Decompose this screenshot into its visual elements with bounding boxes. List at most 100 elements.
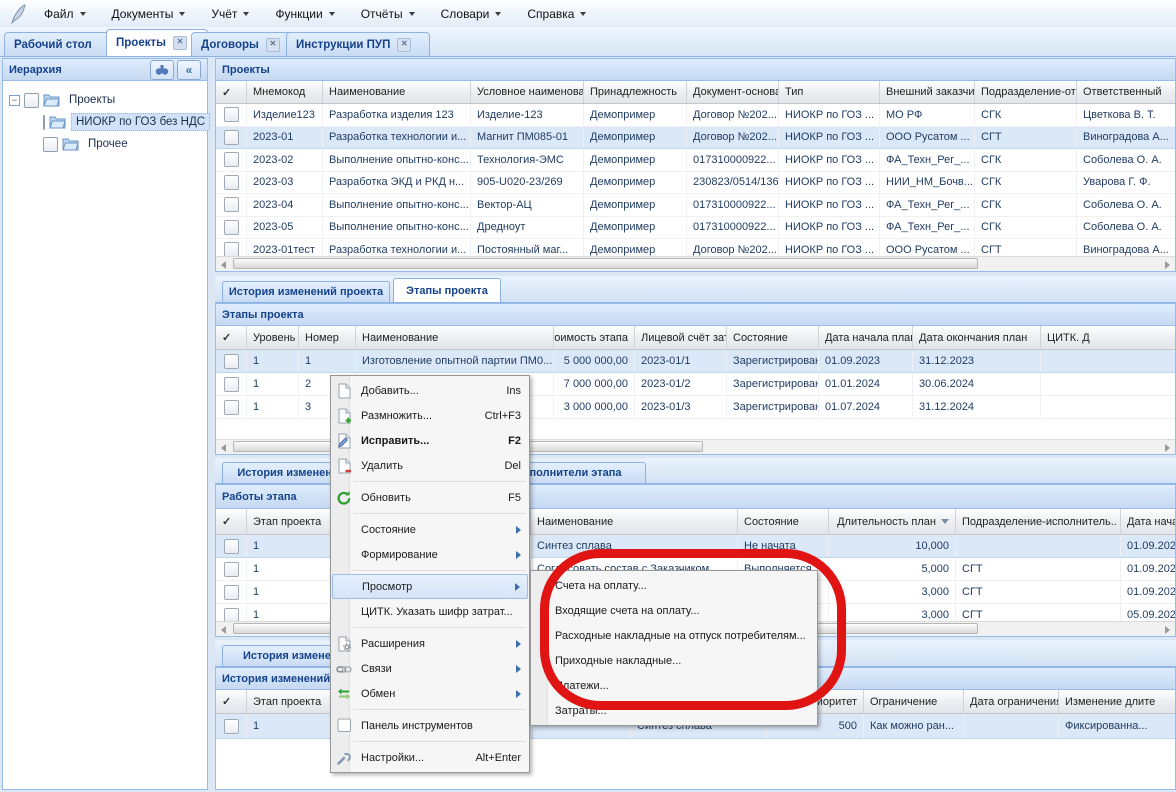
column-header[interactable] — [216, 509, 247, 534]
menu-item[interactable]: УдалитьDel — [331, 453, 529, 478]
menu-item[interactable]: Состояние — [331, 517, 529, 542]
row-checkbox[interactable] — [224, 539, 239, 554]
column-header[interactable]: Подразделение-от — [975, 81, 1077, 103]
row-checkbox[interactable] — [224, 719, 239, 734]
menu-item[interactable]: Расходные накладные на отпуск потребител… — [531, 623, 817, 648]
column-header[interactable]: Номер — [299, 326, 356, 349]
column-header[interactable]: Дата окончания план — [913, 326, 1041, 349]
menu-item[interactable]: Входящие счета на оплату... — [531, 598, 817, 623]
menu-item[interactable]: Счета на оплату... — [531, 573, 817, 598]
menu-item[interactable]: Добавить...Ins — [331, 378, 529, 403]
tree-checkbox[interactable] — [43, 137, 58, 152]
column-header[interactable] — [216, 690, 247, 713]
menubar-item-0[interactable]: Файл — [31, 0, 99, 27]
scroll-left-icon[interactable] — [216, 623, 231, 635]
column-header[interactable]: Состояние — [727, 326, 819, 349]
column-header[interactable]: Стоимость этапа — [554, 326, 635, 349]
column-header[interactable]: Дата начала план — [819, 326, 913, 349]
table-row[interactable]: 2023-04Выполнение опытно-конс...Вектор-А… — [216, 194, 1175, 217]
row-checkbox[interactable] — [224, 152, 239, 167]
column-header[interactable]: Тип — [779, 81, 880, 103]
row-checkbox[interactable] — [224, 377, 239, 392]
tree-checkbox[interactable] — [43, 115, 45, 130]
column-header[interactable]: Наименование — [356, 326, 554, 349]
menu-item[interactable]: Исправить...F2 — [331, 428, 529, 453]
scroll-right-icon[interactable] — [1160, 441, 1175, 453]
column-header[interactable]: ЦИТК. Д — [1041, 326, 1176, 349]
scrollbar-thumb[interactable] — [233, 258, 978, 269]
table-row[interactable]: 2023-01Разработка технологии и...Магнит … — [216, 127, 1175, 150]
menu-item[interactable]: Расширения — [331, 631, 529, 656]
column-header[interactable]: Наименование — [323, 81, 471, 103]
menu-item[interactable]: Обмен — [331, 681, 529, 706]
scroll-left-icon[interactable] — [216, 441, 231, 453]
column-header[interactable]: Документ-основан — [687, 81, 779, 103]
column-header[interactable]: Принадлежность — [584, 81, 687, 103]
menu-item[interactable]: Настройки...Alt+Enter — [331, 745, 529, 770]
menu-item[interactable]: Приходные накладные... — [531, 648, 817, 673]
row-checkbox[interactable] — [224, 562, 239, 577]
search-button[interactable] — [150, 60, 174, 80]
row-checkbox[interactable] — [224, 107, 239, 122]
tab-project-history[interactable]: История изменений проекта — [222, 281, 390, 302]
scroll-right-icon[interactable] — [1160, 258, 1175, 270]
menubar-item-4[interactable]: Отчёты — [348, 0, 428, 27]
tree-node-other[interactable]: Прочее — [9, 133, 207, 155]
column-header[interactable]: Ответственный — [1077, 81, 1176, 103]
column-header[interactable]: Внешний заказчик — [880, 81, 975, 103]
tree-node-niokr[interactable]: НИОКР по ГОЗ без НДС — [9, 111, 207, 133]
tab-instructions[interactable]: Инструкции ПУП — [286, 32, 430, 56]
table-row[interactable]: 2023-03Разработка ЭКД и РКД н...905-U020… — [216, 172, 1175, 195]
collapse-panel-button[interactable]: « — [177, 60, 201, 80]
menu-item[interactable]: Панель инструментов — [331, 713, 529, 738]
row-checkbox[interactable] — [224, 400, 239, 415]
row-checkbox[interactable] — [224, 197, 239, 212]
column-header[interactable]: Мнемокод — [247, 81, 323, 103]
row-checkbox[interactable] — [224, 175, 239, 190]
column-header[interactable]: Этап проекта — [247, 690, 331, 713]
menu-item[interactable]: Платежи... — [531, 673, 817, 698]
menu-item[interactable]: Затраты... — [531, 698, 817, 723]
column-header[interactable]: Наименование — [531, 509, 738, 534]
column-header[interactable]: Лицевой счёт затрат. — [635, 326, 727, 349]
close-tab-icon[interactable] — [266, 38, 280, 52]
menu-item[interactable]: ЦИТК. Указать шифр затрат... — [331, 599, 529, 624]
table-row[interactable]: 2023-05Выполнение опытно-конс...Дредноут… — [216, 217, 1175, 240]
horizontal-scrollbar[interactable] — [216, 256, 1175, 271]
row-checkbox[interactable] — [224, 354, 239, 369]
column-header[interactable]: Дата ограничения — [964, 690, 1059, 713]
scroll-right-icon[interactable] — [1160, 623, 1175, 635]
menubar-item-2[interactable]: Учёт — [198, 0, 262, 27]
menu-item[interactable]: Размножить...Ctrl+F3 — [331, 403, 529, 428]
menu-item[interactable]: Связи — [331, 656, 529, 681]
table-row[interactable]: 11Изготовление опытной партии ПМ0...5 00… — [216, 350, 1175, 373]
tree-node-projects[interactable]: Проекты — [9, 89, 207, 111]
column-header[interactable]: Уровень — [247, 326, 299, 349]
tree-node-label[interactable]: Прочее — [84, 136, 132, 152]
tree-checkbox[interactable] — [24, 93, 39, 108]
column-header[interactable]: Дата начал — [1121, 509, 1176, 534]
table-row[interactable]: 2023-02Выполнение опытно-конс...Технолог… — [216, 149, 1175, 172]
tab-project-stages[interactable]: Этапы проекта — [393, 278, 501, 302]
menubar-item-6[interactable]: Справка — [514, 0, 599, 27]
column-header[interactable]: Изменение длите — [1059, 690, 1176, 713]
column-header[interactable] — [216, 81, 247, 103]
row-checkbox[interactable] — [224, 242, 239, 257]
column-header[interactable]: Этап проекта — [247, 509, 331, 534]
menu-item[interactable]: Формирование — [331, 542, 529, 567]
column-header[interactable]: Ограничение — [864, 690, 964, 713]
menubar-item-3[interactable]: Функции — [262, 0, 347, 27]
close-tab-icon[interactable] — [173, 36, 187, 50]
row-checkbox[interactable] — [224, 220, 239, 235]
column-header[interactable]: Состояние — [738, 509, 829, 534]
column-header[interactable]: Условное наименова — [471, 81, 584, 103]
menubar-item-1[interactable]: Документы — [99, 0, 199, 27]
table-row[interactable]: Изделие123Разработка изделия 123Изделие-… — [216, 104, 1175, 127]
row-checkbox[interactable] — [224, 130, 239, 145]
menubar-item-5[interactable]: Словари — [428, 0, 515, 27]
row-checkbox[interactable] — [224, 585, 239, 600]
menu-item[interactable]: Просмотр — [332, 574, 528, 599]
tree-collapse-icon[interactable] — [9, 95, 20, 106]
close-tab-icon[interactable] — [397, 38, 411, 52]
tree-node-label[interactable]: Проекты — [65, 92, 119, 108]
